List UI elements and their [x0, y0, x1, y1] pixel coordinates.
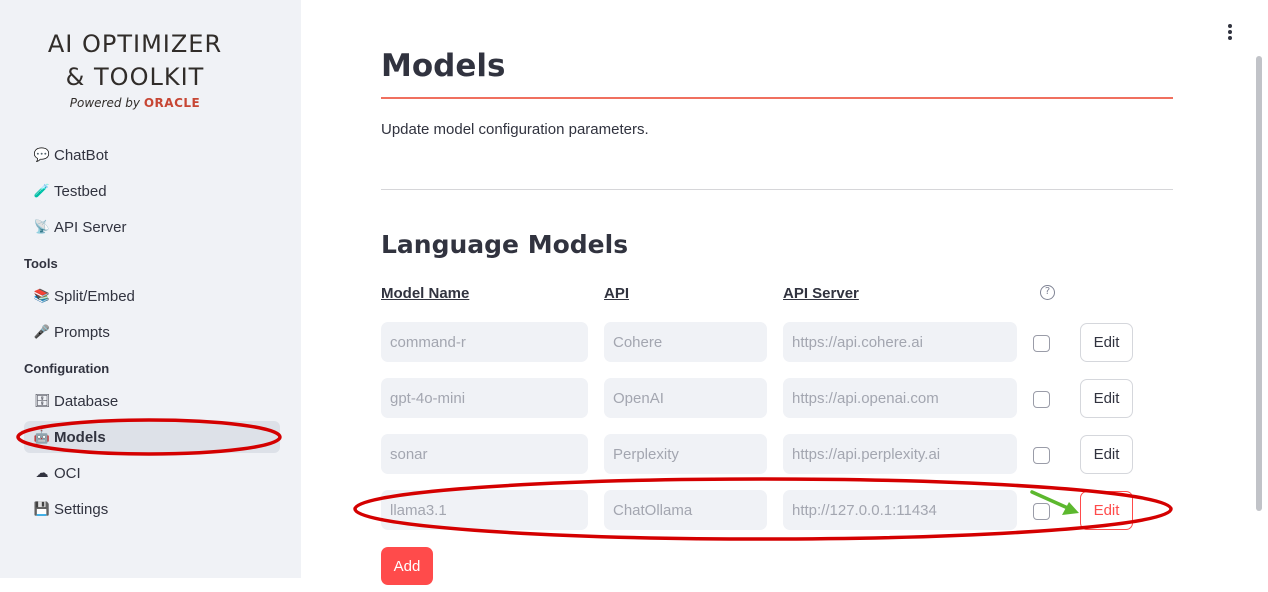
- sidebar-item-label: Testbed: [54, 182, 107, 200]
- api-server-field[interactable]: https://api.openai.com: [783, 378, 1017, 418]
- column-header-model-name: Model Name: [381, 285, 470, 302]
- satellite-antenna-icon: 📡: [33, 219, 51, 234]
- kebab-menu-icon[interactable]: [1220, 24, 1240, 44]
- scrollbar-thumb[interactable]: [1256, 56, 1262, 511]
- logo-line-2: & TOOLKIT: [65, 63, 205, 91]
- microphone-icon: 🎤: [33, 324, 51, 339]
- sidebar-item-label: Split/Embed: [54, 287, 135, 305]
- edit-button-llama[interactable]: Edit: [1080, 491, 1133, 530]
- column-header-api-server: API Server: [783, 285, 859, 302]
- api-field[interactable]: OpenAI: [604, 378, 767, 418]
- section-title: Language Models: [381, 230, 629, 259]
- sidebar-item-label: Models: [54, 428, 106, 446]
- sidebar-item-oci[interactable]: ☁ OCI: [24, 457, 280, 489]
- sidebar-item-settings[interactable]: 💾 Settings: [24, 493, 280, 525]
- speech-bubble-icon: 💬: [33, 147, 51, 162]
- api-server-field[interactable]: https://api.perplexity.ai: [783, 434, 1017, 474]
- model-name-field[interactable]: sonar: [381, 434, 588, 474]
- sidebar-item-label: OCI: [54, 464, 81, 482]
- sidebar-item-label: Settings: [54, 500, 109, 518]
- edit-button[interactable]: Edit: [1080, 379, 1133, 418]
- sidebar-item-label: Prompts: [54, 323, 110, 341]
- sidebar-section-tools: Tools: [24, 256, 58, 271]
- model-name-field[interactable]: gpt-4o-mini: [381, 378, 588, 418]
- robot-icon: 🤖: [33, 429, 51, 444]
- api-field[interactable]: Perplexity: [604, 434, 767, 474]
- sidebar-item-label: Database: [54, 392, 119, 410]
- sidebar-item-models[interactable]: 🤖 Models: [24, 421, 280, 453]
- sidebar-item-label: ChatBot: [54, 146, 109, 164]
- test-tube-icon: 🧪: [33, 183, 51, 198]
- page-subtitle: Update model configuration parameters.: [381, 121, 649, 138]
- model-name-field[interactable]: command-r: [381, 322, 588, 362]
- sidebar-item-testbed[interactable]: 🧪 Testbed: [24, 175, 280, 207]
- title-divider: [381, 97, 1173, 99]
- edit-button[interactable]: Edit: [1080, 435, 1133, 474]
- sidebar-item-chatbot[interactable]: 💬 ChatBot: [24, 139, 280, 171]
- model-enabled-checkbox[interactable]: [1033, 447, 1050, 464]
- api-server-field[interactable]: http://127.0.0.1:11434: [783, 490, 1017, 530]
- sidebar-torn-edge: [0, 578, 301, 592]
- sidebar-item-split-embed[interactable]: 📚 Split/Embed: [24, 280, 280, 312]
- page-title: Models: [381, 48, 506, 84]
- model-enabled-checkbox[interactable]: [1033, 503, 1050, 520]
- powered-by-text: Powered by: [69, 96, 141, 110]
- sidebar-section-configuration: Configuration: [24, 361, 110, 376]
- api-server-field[interactable]: https://api.cohere.ai: [783, 322, 1017, 362]
- logo-powered-by: Powered by ORACLE: [0, 96, 270, 110]
- column-header-api: API: [604, 285, 630, 302]
- scrollbar[interactable]: [1254, 56, 1264, 584]
- api-field[interactable]: ChatOllama: [604, 490, 767, 530]
- sidebar-item-database[interactable]: 🗄 Database: [24, 385, 280, 417]
- model-name-field[interactable]: llama3.1: [381, 490, 588, 530]
- help-icon[interactable]: ?: [1040, 285, 1055, 300]
- api-field[interactable]: Cohere: [604, 322, 767, 362]
- app-logo: AI OPTIMIZER & TOOLKIT Powered by ORACLE: [0, 28, 270, 110]
- edit-button[interactable]: Edit: [1080, 323, 1133, 362]
- section-divider: [381, 189, 1173, 190]
- sidebar: AI OPTIMIZER & TOOLKIT Powered by ORACLE…: [0, 0, 301, 592]
- sidebar-item-prompts[interactable]: 🎤 Prompts: [24, 316, 280, 348]
- oracle-brand: ORACLE: [143, 96, 201, 110]
- cloud-icon: ☁: [35, 465, 49, 480]
- logo-line-1: AI OPTIMIZER: [47, 30, 223, 58]
- floppy-disk-icon: 💾: [33, 501, 51, 516]
- sidebar-item-api-server[interactable]: 📡 API Server: [24, 211, 280, 243]
- add-model-button[interactable]: Add: [381, 547, 433, 585]
- books-icon: 📚: [33, 288, 51, 303]
- model-enabled-checkbox[interactable]: [1033, 335, 1050, 352]
- model-enabled-checkbox[interactable]: [1033, 391, 1050, 408]
- sidebar-item-label: API Server: [54, 218, 127, 236]
- file-cabinet-icon: 🗄: [33, 393, 51, 408]
